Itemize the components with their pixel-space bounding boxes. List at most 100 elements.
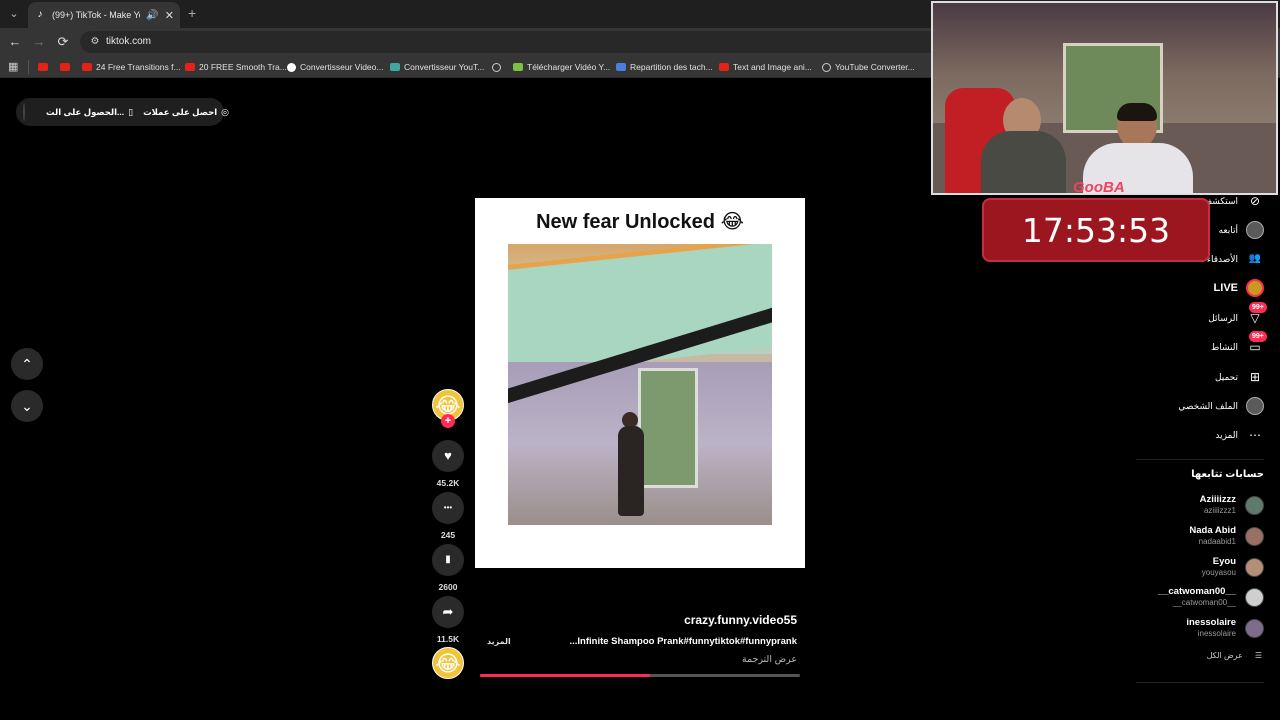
address-bar[interactable]: ⚙ tiktok.com [80,31,940,53]
profile-avatar-icon [1246,397,1264,415]
bookmark-item[interactable] [60,60,74,74]
share-count: 11.5K [436,634,460,644]
heart-icon[interactable]: ♥ [432,440,464,472]
inbox-icon: ▽ 99+ [1246,302,1267,327]
back-icon[interactable]: ← [6,33,24,51]
share-action: ➦ 11.5K [432,596,464,644]
address-url[interactable]: tiktok.com [106,36,151,47]
youtube-icon [38,63,48,71]
account-name: Eyou [1212,556,1236,567]
video-progress-bar[interactable] [480,674,800,677]
bookmark-item[interactable] [38,60,52,74]
globe-icon [492,62,501,72]
more-dots-icon: ⋯ [1249,428,1261,442]
apps-grid-icon[interactable]: ▦ [8,60,18,73]
previous-video-icon[interactable]: ⌃ [11,348,43,380]
see-all-link[interactable]: عرض الكل ☰ [1207,651,1262,660]
sound-avatar[interactable]: 😂 [432,647,464,679]
list-icon: ☰ [1254,651,1262,660]
activity-badge: 99+ [1249,331,1267,342]
account-handle: aziiiizzz1 [1203,506,1236,515]
video-progress-fill [480,674,650,677]
video-username[interactable]: crazy.funny.video55 [480,613,797,627]
sidebar-item-friends[interactable]: الأصدقاء 👥 [1207,249,1264,269]
account-name: Aziiiizzz [1199,494,1236,505]
creator-avatar-group[interactable]: 😂 + [432,389,464,431]
browser-tab[interactable]: ♪ (99+) TikTok - Make Your Day 🔊 ✕ [28,2,180,28]
sidebar-item-label: تحميل [1214,371,1238,382]
reload-icon[interactable]: ⟳ [54,33,72,51]
close-tab-icon[interactable]: ✕ [165,9,174,22]
comment-icon[interactable]: ••• [432,492,464,524]
cam-person-left [981,131,1066,193]
video-player[interactable]: New fear Unlocked 😂 [475,198,805,568]
video-overlay-title: New fear Unlocked 😂 [536,211,744,233]
following-account[interactable]: inessolaire inessolaire [1186,616,1264,640]
bookmark-count: 2600 [438,582,458,592]
site-info-icon[interactable]: ⚙ [88,35,102,49]
account-avatar [1245,557,1264,577]
sidebar-item-live[interactable]: LIVE [1214,278,1264,298]
sidebar-divider [1136,459,1264,460]
upload-icon: ⊞ [1249,370,1261,384]
account-avatar [1245,618,1264,638]
get-app-button[interactable]: الحصول على الت... ▯ [46,107,133,118]
top-action-pill: الحصول على الت... ▯ احصل على عملات ◎ [16,98,229,126]
see-translation-link[interactable]: عرض الترجمة [480,654,797,665]
bookmark-icon[interactable]: ▮ [432,544,464,576]
sidebar-item-label: أتابعه [1218,224,1238,235]
following-account[interactable]: Nada Abid nadaabid1 [1189,524,1264,548]
sidebar-item-activity[interactable]: النشاط ▭ 99+ [1210,331,1267,357]
youtube-icon [185,63,195,71]
bookmark-item[interactable]: Convertisseur YouT... [390,60,484,74]
account-handle: youyasou [1201,568,1236,577]
bookmark-item[interactable]: Télécharger Vidéo Y... [513,60,610,74]
tiktok-favicon-icon: ♪ [37,9,43,20]
bookmark-item[interactable]: 24 Free Transitions f... [82,60,181,74]
sidebar-item-label: النشاط [1210,341,1238,352]
forward-icon[interactable]: → [30,33,48,51]
account-name: __catwoman00__ [1157,586,1236,597]
youtube-icon [60,63,70,71]
see-all-label: عرض الكل [1206,651,1243,660]
sidebar-item-label: الرسائل [1208,312,1238,323]
coins-icon: ◎ [221,106,230,117]
bookmark-item[interactable]: 20 FREE Smooth Tra... [185,60,287,74]
youtube-icon [719,63,729,71]
sidebar-divider [1136,682,1264,683]
bookmark-item[interactable]: Text and Image ani... [719,60,812,74]
sidebar-item-messages[interactable]: الرسائل ▽ 99+ [1208,302,1267,328]
account-name: Nada Abid [1189,525,1236,536]
sidebar-item-profile[interactable]: الملف الشخصي [1178,396,1264,416]
following-account[interactable]: Eyou youyasou [1202,555,1264,579]
activity-icon: ▭ 99+ [1246,331,1267,356]
bookmarks-separator [28,60,29,74]
bookmark-item[interactable]: YouTube Converter... [822,60,915,74]
following-account[interactable]: __catwoman00__ __catwoman00__ [1158,585,1264,609]
bookmark-item[interactable]: Convertisseur Video... [287,60,383,74]
user-avatar[interactable] [23,103,25,121]
scene-person [618,426,644,516]
bookmark-action: ▮ 2600 [432,544,464,592]
tab-search-icon[interactable]: ⌄ [6,6,22,22]
new-tab-icon[interactable]: + [188,5,196,21]
sidebar-item-upload[interactable]: تحميل ⊞ [1215,367,1264,387]
share-icon[interactable]: ➦ [432,596,464,628]
sidebar-item-label: المزيد [1215,429,1238,440]
get-coins-button[interactable]: احصل على عملات ◎ [143,107,229,118]
messages-badge: 99+ [1249,302,1267,313]
bookmark-item[interactable]: Repartition des tach... [616,60,713,74]
youtube-icon [82,63,92,71]
sidebar-item-label: الأصدقاء [1206,253,1238,264]
audio-playing-icon[interactable]: 🔊 [146,10,158,21]
following-account[interactable]: Aziiiizzz aziiiizzz1 [1200,493,1264,517]
following-accounts-title: حسابات تتابعها [1191,469,1264,480]
follow-plus-icon[interactable]: + [441,414,455,428]
see-more-link[interactable]: المزيد [487,637,511,646]
converter-icon [390,63,400,71]
next-video-icon[interactable]: ⌄ [11,390,43,422]
sidebar-item-more[interactable]: المزيد ⋯ [1215,425,1264,445]
bookmark-item[interactable] [492,60,505,74]
sidebar-item-following[interactable]: أتابعه [1219,220,1264,240]
account-avatar [1245,495,1264,515]
